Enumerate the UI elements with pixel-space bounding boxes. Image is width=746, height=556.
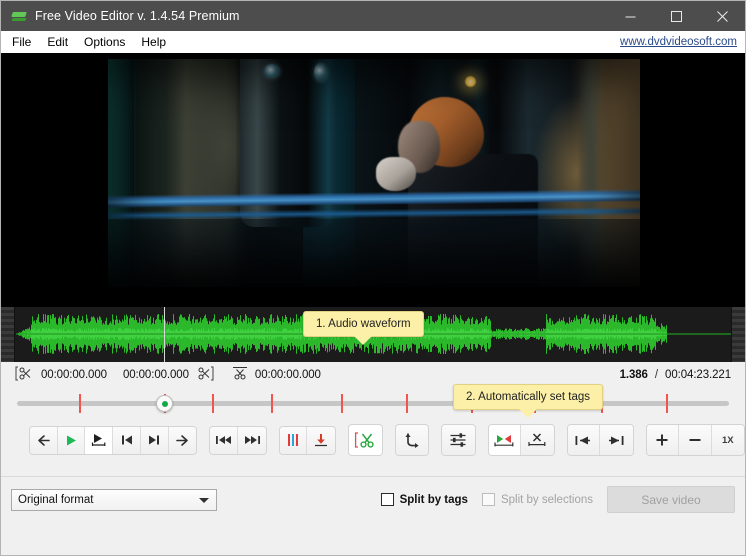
zoom-in-button[interactable] (647, 425, 680, 455)
tag-time-group: 00:00:00.000 (231, 366, 321, 384)
window-controls (607, 1, 745, 31)
selection-group (488, 424, 555, 456)
zoom-reset-button[interactable]: 1X (712, 425, 744, 455)
output-format-select[interactable]: Original format (11, 489, 217, 511)
video-vignette (108, 59, 640, 287)
waveform-start-handle[interactable] (1, 307, 15, 362)
timeline-slider[interactable] (17, 388, 729, 418)
mark-end-button[interactable] (600, 425, 632, 455)
selection-end-icon (195, 366, 215, 384)
split-by-selections-label: Split by selections (501, 494, 593, 506)
maximize-button[interactable] (653, 1, 699, 31)
timeline-thumb[interactable] (156, 395, 173, 412)
tag-scissors-icon (231, 366, 249, 384)
bottom-right-group: Split by tags Split by selections Save v… (381, 486, 735, 513)
timeline-tick (79, 394, 81, 413)
timecode-bar: 00:00:00.000 00:00:00.000 (1, 362, 745, 388)
jump-to-end-button[interactable] (238, 427, 266, 454)
tip-audio-waveform: 1. Audio waveform (303, 311, 424, 337)
controls-panel: 00:00:00.000 00:00:00.000 (1, 362, 745, 522)
step-back-button[interactable] (30, 427, 58, 454)
waveform-end-handle[interactable] (731, 307, 745, 362)
split-by-tags-label: Split by tags (400, 494, 468, 506)
bottom-bar: Original format Split by tags Split by s… (1, 476, 745, 522)
selection-start-group: 00:00:00.000 (15, 366, 107, 384)
invert-selection-button[interactable] (489, 425, 522, 455)
close-button[interactable] (699, 1, 745, 31)
jump-group (209, 426, 266, 455)
settings-group (441, 424, 475, 456)
selection-length-value[interactable]: 00:00:00.000 (123, 369, 189, 381)
save-video-button: Save video (607, 486, 735, 513)
insert-tag-button[interactable] (307, 427, 335, 454)
transport-toolbar: 1X (1, 418, 745, 456)
zoom-group: 1X (646, 424, 745, 456)
zoom-out-button[interactable] (679, 425, 712, 455)
jump-to-begin-button[interactable] (210, 427, 238, 454)
delete-selection-button[interactable] (521, 425, 553, 455)
tag-group (279, 426, 336, 455)
tag-time-value[interactable]: 00:00:00.000 (255, 369, 321, 381)
total-duration-value: 00:04:23.221 (665, 369, 731, 381)
selection-start-value[interactable]: 00:00:00.000 (41, 369, 107, 381)
timeline-tick (271, 394, 273, 413)
waveform-playhead[interactable] (164, 307, 165, 362)
play-selection-button[interactable] (85, 427, 113, 454)
minimize-button[interactable] (607, 1, 653, 31)
mark-start-button[interactable] (568, 425, 601, 455)
video-frame (108, 59, 640, 287)
step-forward-button[interactable] (169, 427, 197, 454)
checkbox-square (381, 493, 394, 506)
timecode-separator: / (655, 369, 658, 381)
undo-button[interactable] (396, 425, 428, 455)
video-preview-area[interactable] (1, 53, 745, 306)
next-frame-button[interactable] (141, 427, 169, 454)
timeline-tick (406, 394, 408, 413)
split-by-selections-checkbox: Split by selections (482, 493, 593, 506)
menu-item-file[interactable]: File (4, 31, 39, 53)
chevron-down-icon (199, 498, 209, 503)
previous-frame-button[interactable] (113, 427, 141, 454)
play-button[interactable] (58, 427, 86, 454)
edge-group (567, 424, 634, 456)
timeline-tick (341, 394, 343, 413)
split-by-tags-checkbox[interactable]: Split by tags (381, 493, 468, 506)
menu-item-help[interactable]: Help (133, 31, 174, 53)
website-link[interactable]: www.dvdvideosoft.com (620, 36, 737, 48)
timeline-track[interactable] (17, 401, 729, 406)
output-format-value: Original format (18, 494, 93, 506)
cut-button[interactable] (349, 425, 381, 455)
timeline-tick (212, 394, 214, 413)
selection-start-icon (15, 366, 35, 384)
app-logo-icon (11, 8, 27, 24)
show-tags-button[interactable] (280, 427, 308, 454)
cut-group (348, 424, 382, 456)
menu-item-edit[interactable]: Edit (39, 31, 76, 53)
selection-length-group: 00:00:00.000 (123, 366, 215, 384)
title-bar: Free Video Editor v. 1.4.54 Premium (1, 1, 745, 31)
checkbox-square (482, 493, 495, 506)
position-duration-group: 1.386 / 00:04:23.221 (620, 369, 731, 381)
window-title: Free Video Editor v. 1.4.54 Premium (35, 9, 607, 23)
playback-group (29, 426, 197, 455)
menu-bar: File Edit Options Help www.dvdvideosoft.… (1, 31, 745, 53)
application-window: Free Video Editor v. 1.4.54 Premium File… (0, 0, 746, 556)
undo-group (395, 424, 429, 456)
current-position-value: 1.386 (620, 369, 648, 381)
menu-item-options[interactable]: Options (76, 31, 133, 53)
tip-auto-tags: 2. Automatically set tags (453, 384, 603, 410)
zoom-reset-label: 1X (722, 435, 734, 446)
settings-button[interactable] (442, 425, 474, 455)
timeline-tick (666, 394, 668, 413)
